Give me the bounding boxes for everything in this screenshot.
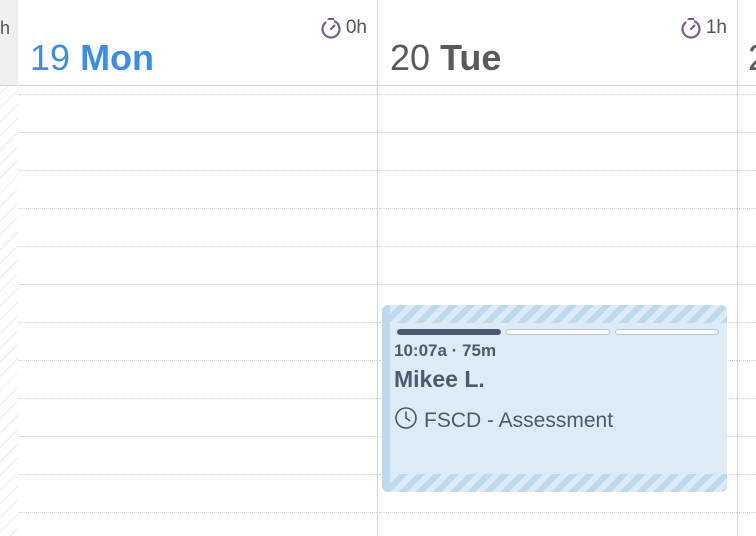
progress-segment: [506, 329, 610, 335]
slot-line: [739, 170, 756, 171]
day-header-tue[interactable]: 20 Tue 1h: [379, 0, 737, 86]
timer-icon: [320, 17, 342, 39]
slot-line: [739, 246, 756, 247]
appointment-service-label: FSCD - Assessment: [424, 408, 614, 432]
slot-line: [19, 474, 377, 475]
slot-line: [739, 398, 756, 399]
slot-line: [379, 170, 737, 171]
slot-line: [19, 170, 377, 171]
day-column-wed[interactable]: 2: [739, 0, 756, 536]
appointment-service: FSCD - Assessment: [394, 406, 613, 435]
hours-logged: 1h: [705, 17, 727, 38]
day-title-mon[interactable]: 19 Mon: [30, 40, 154, 76]
slot-line: [19, 208, 377, 209]
slot-line: [379, 246, 737, 247]
slot-line: [19, 246, 377, 247]
timer-icon: [680, 17, 702, 39]
slot-line: [19, 94, 377, 95]
slot-line: [379, 512, 737, 513]
slot-line: [739, 360, 756, 361]
gutter-label: h: [0, 18, 11, 38]
day-hours-tue: 1h: [680, 17, 727, 39]
slot-line: [739, 94, 756, 95]
hour-line: [739, 132, 756, 133]
slot-line: [379, 94, 737, 95]
hour-line: [19, 436, 377, 437]
slot-line: [739, 208, 756, 209]
slot-line: [739, 474, 756, 475]
slot-line: [379, 208, 737, 209]
hours-logged: 0h: [345, 17, 367, 38]
day-number: 19: [30, 37, 71, 78]
slot-line: [739, 322, 756, 323]
hour-line: [739, 284, 756, 285]
progress-segment: [615, 329, 719, 335]
day-number: 20: [390, 37, 431, 78]
appointment-client-name: Mikee L.: [394, 366, 485, 392]
hour-line: [19, 284, 377, 285]
appointment-time: 10:07a · 75m: [394, 341, 497, 360]
day-weekday: Tue: [440, 37, 502, 78]
hour-line: [19, 132, 377, 133]
day-number-peek: 2: [748, 40, 756, 76]
appointment-progress: [397, 329, 719, 335]
slot-line: [19, 398, 377, 399]
day-header-wed[interactable]: 2: [739, 0, 756, 86]
gutter-unavailable-area: [0, 86, 18, 536]
day-header-mon[interactable]: 19 Mon 0h: [19, 0, 377, 86]
hour-line: [379, 132, 737, 133]
gutter-header: h: [0, 0, 18, 86]
appointment-color-bar: [382, 305, 390, 492]
hour-line: [379, 284, 737, 285]
appointment-card[interactable]: 10:07a · 75m Mikee L. FSCD - Assessment: [382, 305, 727, 492]
day-title-tue[interactable]: 20 Tue: [390, 40, 501, 76]
day-weekday: Mon: [80, 37, 155, 78]
slot-line: [19, 360, 377, 361]
time-gutter: h: [0, 0, 18, 536]
hour-line: [739, 436, 756, 437]
slot-line: [19, 512, 377, 513]
slot-line: [739, 512, 756, 513]
day-hours-mon: 0h: [320, 17, 367, 39]
slot-line: [19, 322, 377, 323]
progress-segment: [397, 329, 501, 335]
day-column-mon[interactable]: 19 Mon 0h: [19, 0, 378, 536]
clock-icon: [394, 406, 418, 435]
